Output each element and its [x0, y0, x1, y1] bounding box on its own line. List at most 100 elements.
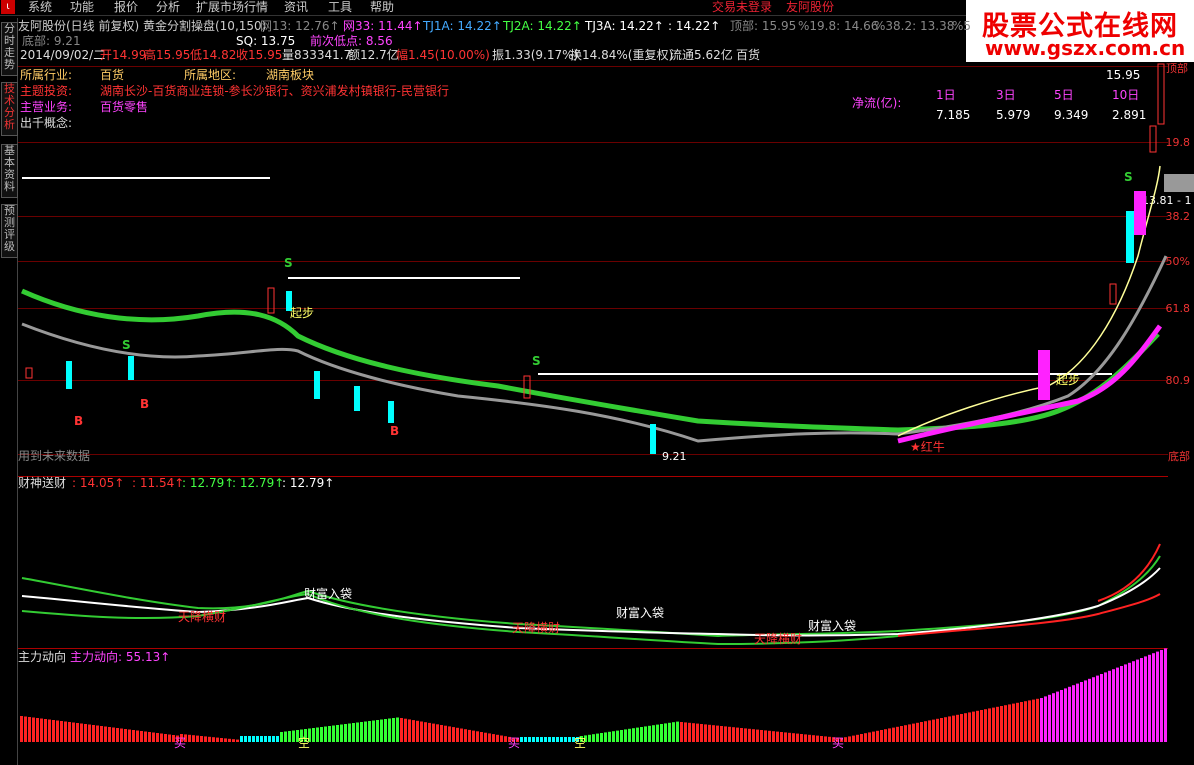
main-force-bar [1108, 670, 1111, 742]
main-force-bar [364, 721, 367, 742]
main-force-svg [20, 648, 1167, 742]
main-force-bar [212, 737, 215, 742]
main-force-bar [224, 738, 227, 742]
tab-rating[interactable]: 预测评级 [1, 204, 18, 258]
main-force-bar [780, 732, 783, 742]
main-force-bar [712, 725, 715, 742]
main-force-bar [228, 738, 231, 742]
main-force-bar [80, 723, 83, 742]
menu-tools[interactable]: 工具 [328, 0, 352, 14]
panel3-empty-label-2: 空 [574, 736, 587, 750]
main-force-bar [276, 736, 279, 742]
main-force-bar [268, 736, 271, 742]
main-force-bar [656, 724, 659, 742]
main-force-bar [668, 722, 671, 742]
tab-intraday[interactable]: 分时走势 [1, 22, 18, 76]
tab-fundamentals[interactable]: 基本资料 [1, 144, 18, 198]
main-force-bar [828, 736, 831, 742]
main-force-bar [540, 737, 543, 742]
main-force-bar [892, 727, 895, 742]
main-force-bar [412, 720, 415, 742]
main-force-bar [324, 726, 327, 742]
main-force-bar [108, 727, 111, 742]
main-force-bar [804, 734, 807, 742]
chart-area[interactable]: 友阿股份(日线 前复权) 黄金分割操盘(10,150) 网13: 12.76↑ … [18, 16, 1194, 765]
menu-system[interactable]: 系统 [28, 0, 52, 14]
main-force-bar [372, 720, 375, 742]
main-force-bar [816, 735, 819, 742]
main-force-bar [1080, 682, 1083, 742]
app-logo-icon: ι [1, 0, 15, 14]
main-force-bar [1000, 706, 1003, 742]
main-force-bar [328, 726, 331, 742]
main-force-bar [68, 722, 71, 742]
main-force-bar [400, 718, 403, 742]
menu-function[interactable]: 功能 [70, 0, 94, 14]
main-force-bar [756, 729, 759, 742]
main-force-bar [764, 730, 767, 742]
main-force-bar [772, 731, 775, 742]
main-force-bar [380, 719, 383, 742]
main-force-bar [92, 725, 95, 742]
main-force-bar [1112, 669, 1115, 742]
main-force-bar [600, 733, 603, 742]
main-force-bar [684, 722, 687, 742]
main-force-bar [1052, 693, 1055, 742]
main-force-bar [252, 736, 255, 742]
menu-help[interactable]: 帮助 [370, 0, 394, 14]
main-force-bar [624, 729, 627, 742]
main-force-bar [872, 731, 875, 742]
main-force-bar [196, 735, 199, 742]
main-force-bar [164, 734, 167, 742]
main-force-bar [608, 731, 611, 742]
menu-quote[interactable]: 报价 [114, 0, 138, 14]
main-force-bar [948, 716, 951, 742]
main-force-bar [560, 737, 563, 742]
main-force-bar [732, 727, 735, 742]
main-force-bar [664, 723, 667, 742]
main-force-bar [264, 736, 267, 742]
main-force-bar [384, 719, 387, 742]
main-force-bar [528, 737, 531, 742]
panel3-buy-label-3: 买 [832, 736, 845, 750]
main-force-bar [696, 723, 699, 742]
main-force-bar [1148, 654, 1151, 742]
main-force-bar [1084, 680, 1087, 742]
login-status[interactable]: 交易未登录 [712, 0, 772, 14]
main-force-bar [420, 721, 423, 742]
main-force-bar [568, 737, 571, 742]
main-force-bar [1032, 699, 1035, 742]
main-force-bar [1036, 698, 1039, 742]
main-force-bar [248, 736, 251, 742]
main-force-bar [340, 724, 343, 742]
main-force-bar [40, 718, 43, 742]
main-force-bar [904, 725, 907, 742]
menu-extended-market[interactable]: 扩展市场行情 [196, 0, 268, 14]
main-force-bar [152, 732, 155, 742]
main-force-bar [336, 725, 339, 742]
main-force-bar [920, 722, 923, 742]
main-force-bar [896, 726, 899, 742]
main-force-bar [748, 728, 751, 742]
main-force-bar [200, 736, 203, 742]
main-force-bar [740, 728, 743, 742]
main-force-bar [220, 738, 223, 742]
main-force-bar [136, 730, 139, 742]
menu-news[interactable]: 资讯 [284, 0, 308, 14]
main-force-bar [888, 728, 891, 742]
main-force-bar [1012, 703, 1015, 742]
tab-technical[interactable]: 技术分析 [1, 82, 18, 136]
main-force-bar [1024, 701, 1027, 742]
main-force-bar [460, 728, 463, 742]
main-force-bar [1048, 694, 1051, 742]
main-force-bar [676, 721, 679, 742]
main-force-bar [1116, 667, 1119, 742]
menu-analysis[interactable]: 分析 [156, 0, 180, 14]
main-force-bar [1040, 698, 1043, 742]
main-force-bar [636, 727, 639, 742]
main-force-bar [936, 718, 939, 742]
main-force-bar [812, 735, 815, 742]
main-force-bar [1128, 662, 1131, 742]
main-force-bar [504, 736, 507, 742]
main-force-bar [1028, 700, 1031, 742]
